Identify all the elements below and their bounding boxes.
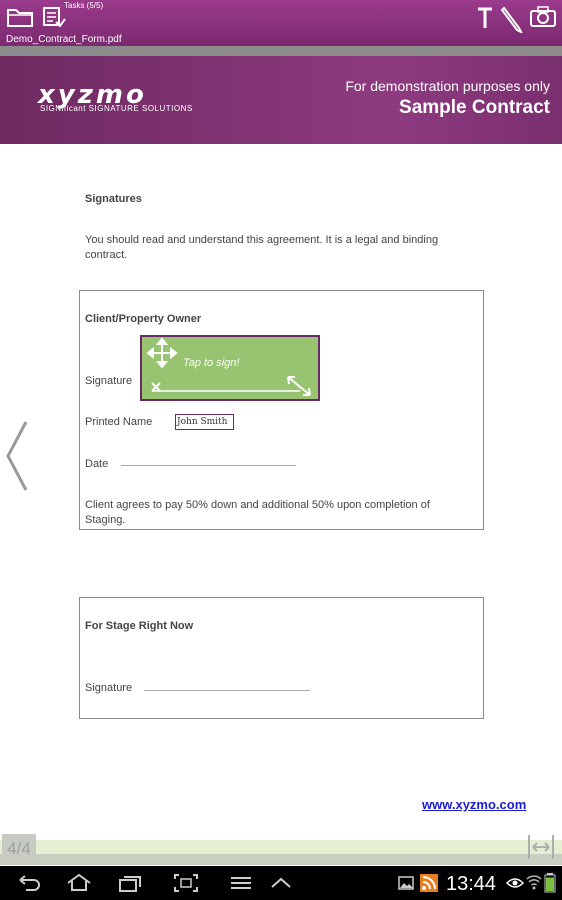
- move-icon: [146, 337, 178, 369]
- hide-keyboard-icon[interactable]: [270, 876, 292, 895]
- folder-icon[interactable]: [6, 6, 34, 33]
- stage-signature-line[interactable]: [144, 690, 310, 691]
- previous-page-arrow-icon[interactable]: [4, 420, 30, 492]
- xyzmo-website-link[interactable]: www.xyzmo.com: [422, 797, 526, 812]
- stage-box-heading: For Stage Right Now: [85, 620, 194, 632]
- page-counter: 4/4: [2, 834, 36, 862]
- tasks-icon[interactable]: [42, 6, 66, 35]
- tap-to-sign-label: Tap to sign!: [183, 357, 240, 369]
- battery-icon: [544, 873, 556, 898]
- menu-icon[interactable]: [230, 876, 252, 895]
- printed-name-field[interactable]: John Smith: [175, 414, 234, 430]
- client-signature-box: [79, 290, 484, 530]
- client-signature-label: Signature: [85, 375, 133, 387]
- fit-width-icon[interactable]: [527, 834, 555, 860]
- text-tool-icon[interactable]: [476, 6, 494, 35]
- page-scrubber-track: [0, 854, 562, 865]
- client-box-heading: Client/Property Owner: [85, 313, 202, 325]
- client-terms-line2: Staging.: [85, 514, 126, 526]
- wifi-icon: [526, 873, 542, 896]
- status-clock: 13:44: [446, 873, 497, 895]
- intro-text-line1: You should read and understand this agre…: [85, 234, 439, 246]
- date-label: Date: [85, 458, 109, 470]
- rss-notification-icon: [420, 874, 438, 897]
- gallery-notification-icon: [398, 876, 414, 895]
- clear-icon: [151, 382, 161, 392]
- back-icon[interactable]: [16, 874, 40, 897]
- camera-icon[interactable]: [530, 6, 556, 33]
- eye-icon: [505, 876, 525, 894]
- stage-signature-box: [79, 597, 484, 719]
- resize-icon: [287, 376, 311, 396]
- pen-icon[interactable]: [500, 5, 524, 38]
- intro-text-line2: contract.: [85, 249, 128, 261]
- screenshot-icon[interactable]: [173, 873, 199, 898]
- page-scrubber[interactable]: [0, 840, 562, 854]
- section-heading: Signatures: [85, 193, 142, 205]
- printed-name-label: Printed Name: [85, 416, 153, 428]
- logo-tagline: SIGNificant SIGNATURE SOLUTIONS: [40, 104, 193, 113]
- tasks-label: Tasks (5/5): [64, 1, 104, 10]
- document-filename: Demo_Contract_Form.pdf: [6, 34, 122, 45]
- contract-title: Sample Contract: [399, 97, 550, 118]
- recent-apps-icon[interactable]: [118, 874, 144, 897]
- home-icon[interactable]: [66, 873, 92, 896]
- toolbar-divider: [0, 46, 562, 56]
- date-field-line[interactable]: [121, 465, 296, 466]
- stage-signature-label: Signature: [85, 682, 133, 694]
- client-terms-line1: Client agrees to pay 50% down and additi…: [85, 499, 430, 511]
- demo-notice: For demonstration purposes only: [345, 78, 550, 94]
